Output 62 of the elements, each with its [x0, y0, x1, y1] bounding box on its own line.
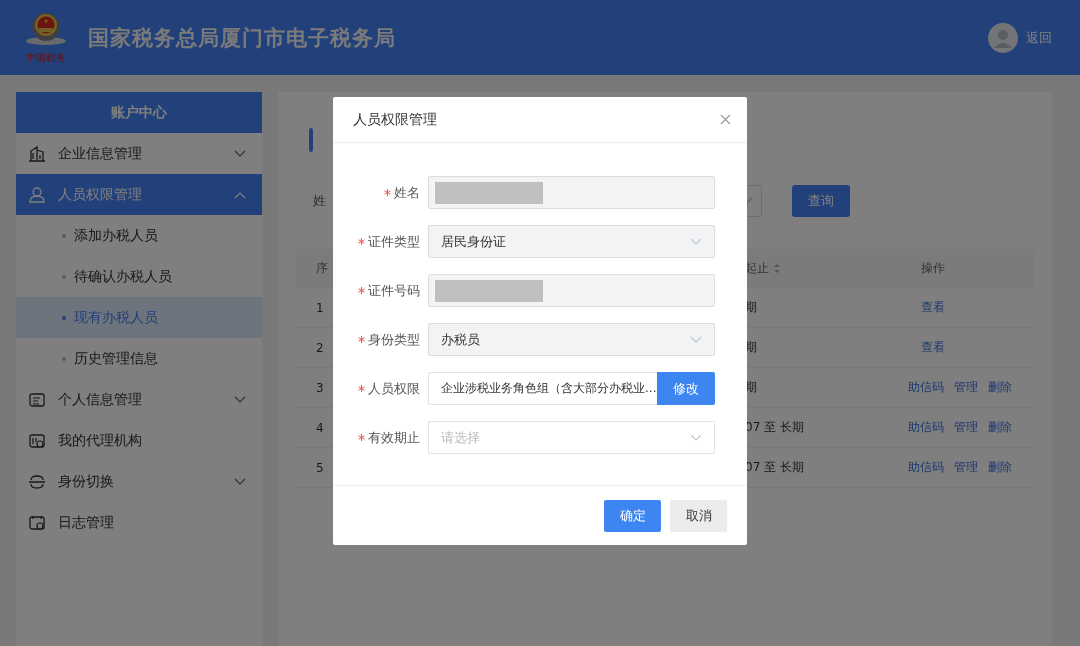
table-cell-text: 4	[315, 420, 324, 435]
query-button[interactable]: 查询	[792, 185, 850, 217]
field-label: 姓名	[394, 183, 420, 202]
sidebar-header: 账户中心	[16, 92, 262, 133]
title-accent-bar	[309, 128, 313, 152]
submenu-item[interactable]: 历史管理信息	[16, 338, 262, 379]
sidebar-item[interactable]: 我的代理机构	[16, 420, 262, 461]
input-field[interactable]: 企业涉税业务角色组（含大部分办税业...	[428, 372, 657, 405]
dialog-title: 人员权限管理	[353, 110, 437, 129]
field-label: 身份类型	[368, 330, 420, 349]
building-icon	[28, 144, 46, 163]
action-link[interactable]: 助信码	[908, 459, 944, 476]
calendar-icon	[28, 431, 46, 450]
column-header: 序	[316, 260, 328, 277]
avatar-icon	[988, 22, 1018, 53]
filter-label: 姓	[313, 192, 327, 210]
select-field[interactable]: 请选择	[428, 421, 715, 454]
table-cell-text: 期	[745, 299, 758, 316]
sidebar-item[interactable]: 人员权限管理	[16, 174, 262, 215]
action-link[interactable]: 管理	[954, 419, 978, 436]
sidebar-item[interactable]: 日志管理	[16, 502, 262, 543]
submenu-item[interactable]: 添加办税人员	[16, 215, 262, 256]
edit-button[interactable]: 修改	[657, 372, 715, 405]
list-icon	[28, 390, 46, 409]
chevron-down-icon	[690, 433, 702, 442]
table-cell-text: 期	[745, 339, 758, 356]
chevron-down-icon	[690, 335, 702, 344]
action-link[interactable]: 助信码	[908, 419, 944, 436]
switch-icon	[28, 472, 46, 491]
action-link[interactable]: 管理	[954, 379, 978, 396]
field-label: 证件号码	[368, 281, 420, 300]
sidebar-item[interactable]: 企业信息管理	[16, 133, 262, 174]
site-title: 国家税务总局厦门市电子税务局	[88, 24, 396, 52]
action-link[interactable]: 查看	[921, 339, 945, 356]
confirm-button[interactable]: 确定	[604, 500, 661, 532]
action-link[interactable]: 助信码	[908, 379, 944, 396]
field-label: 有效期止	[368, 428, 420, 447]
table-cell-text: 5	[315, 460, 324, 475]
field-label: 人员权限	[368, 379, 420, 398]
cancel-button[interactable]: 取消	[670, 500, 727, 532]
submenu-item[interactable]: 待确认办税人员	[16, 256, 262, 297]
action-link[interactable]: 删除	[988, 379, 1012, 396]
field-label: 证件类型	[368, 232, 420, 251]
action-link[interactable]: 查看	[921, 299, 945, 316]
column-header: 操作	[921, 260, 945, 277]
action-link[interactable]: 删除	[988, 419, 1012, 436]
table-cell-text: 1	[315, 300, 324, 315]
sidebar-item[interactable]: 个人信息管理	[16, 379, 262, 420]
action-link[interactable]: 管理	[954, 459, 978, 476]
back-link[interactable]: 返回	[1026, 28, 1052, 47]
sidebar-item[interactable]: 身份切换	[16, 461, 262, 502]
table-cell-text: 3	[315, 380, 324, 395]
sort-icon	[773, 263, 781, 274]
table-cell-text: 2	[315, 340, 324, 355]
user-icon	[28, 185, 46, 204]
chevron-down-icon	[690, 237, 702, 246]
table-cell-text: 期	[745, 379, 758, 396]
close-icon[interactable]	[720, 114, 731, 125]
calendar-clock-icon	[28, 513, 46, 532]
submenu-item[interactable]: 现有办税人员	[16, 297, 262, 338]
action-link[interactable]: 删除	[988, 459, 1012, 476]
logo-caption: 中国税务	[26, 51, 66, 65]
